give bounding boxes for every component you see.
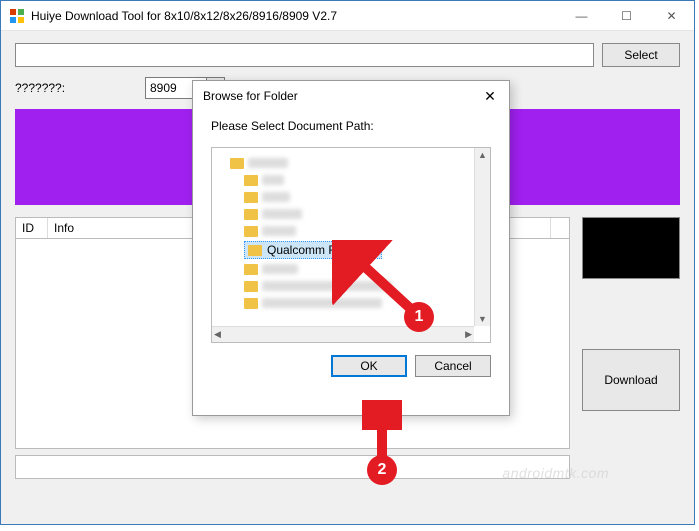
status-bar: [15, 455, 570, 479]
window-title: Huiye Download Tool for 8x10/8x12/8x26/8…: [31, 9, 559, 23]
column-id[interactable]: ID: [16, 218, 48, 238]
list-item[interactable]: [244, 206, 474, 222]
minimize-button[interactable]: —: [559, 1, 604, 30]
window-controls: — ☐ ✕: [559, 1, 694, 30]
folder-icon: [244, 175, 258, 186]
close-button[interactable]: ✕: [649, 1, 694, 30]
folder-icon: [244, 209, 258, 220]
list-item[interactable]: [244, 189, 474, 205]
dialog-message: Please Select Document Path:: [211, 119, 491, 133]
vertical-scrollbar[interactable]: ▲▼: [474, 148, 490, 326]
titlebar: Huiye Download Tool for 8x10/8x12/8x26/8…: [1, 1, 694, 31]
folder-icon: [244, 281, 258, 292]
horizontal-scrollbar[interactable]: ◀▶: [212, 326, 474, 342]
list-item[interactable]: [244, 172, 474, 188]
path-input[interactable]: [15, 43, 594, 67]
list-item[interactable]: [244, 223, 474, 239]
dialog-close-button[interactable]: ✕: [481, 87, 499, 105]
annotation-step-2: 2: [367, 455, 397, 485]
column-spacer: [551, 218, 569, 238]
scroll-down-icon: ▼: [476, 312, 489, 326]
folder-icon: [244, 298, 258, 309]
folder-icon: [244, 192, 258, 203]
maximize-button[interactable]: ☐: [604, 1, 649, 30]
download-button[interactable]: Download: [582, 349, 680, 411]
select-button[interactable]: Select: [602, 43, 680, 67]
folder-icon: [230, 158, 244, 169]
list-item[interactable]: [230, 155, 474, 171]
watermark: androidmtk.com: [502, 465, 609, 481]
side-panel: Download: [582, 217, 680, 479]
folder-icon: [244, 226, 258, 237]
folder-icon: [244, 264, 258, 275]
combo-value: 8909: [150, 81, 177, 95]
dialog-titlebar: Browse for Folder ✕: [193, 81, 509, 111]
scroll-left-icon: ◀: [212, 327, 223, 342]
folder-icon: [248, 245, 262, 256]
ok-button[interactable]: OK: [331, 355, 407, 377]
preview-box: [582, 217, 680, 279]
cancel-button[interactable]: Cancel: [415, 355, 491, 377]
scroll-right-icon: ▶: [463, 327, 474, 342]
app-icon: [9, 8, 25, 24]
dialog-title: Browse for Folder: [203, 89, 481, 103]
annotation-step-1: 1: [404, 302, 434, 332]
config-label: ???????:: [15, 81, 135, 95]
scroll-up-icon: ▲: [476, 148, 489, 162]
